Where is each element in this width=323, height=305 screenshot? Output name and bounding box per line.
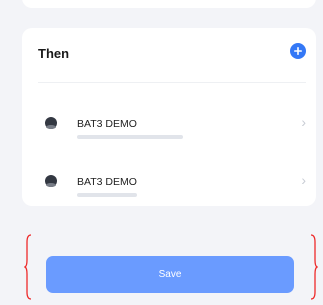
- add-action-icon[interactable]: [290, 43, 306, 59]
- save-button[interactable]: Save: [46, 256, 294, 293]
- then-section-title: Then: [38, 46, 70, 61]
- device-icon: [45, 175, 57, 187]
- action-detail-placeholder: [77, 135, 183, 139]
- action-row[interactable]: BAT3 DEMO ›: [38, 170, 306, 216]
- device-icon: [45, 117, 57, 129]
- right-brace-mark: [310, 234, 318, 300]
- action-detail-placeholder: [77, 193, 137, 197]
- action-device-name: BAT3 DEMO: [77, 118, 137, 130]
- left-brace-mark: [24, 234, 32, 300]
- previous-section-card: [22, 0, 316, 8]
- then-header-divider: [38, 82, 306, 83]
- chevron-right-icon: ›: [301, 114, 306, 130]
- chevron-right-icon: ›: [301, 172, 306, 188]
- then-section-header: Then: [38, 42, 306, 66]
- action-row[interactable]: BAT3 DEMO ›: [38, 112, 306, 158]
- action-device-name: BAT3 DEMO: [77, 176, 137, 188]
- then-section-card: Then BAT3 DEMO › BAT3 DEMO ›: [22, 28, 316, 206]
